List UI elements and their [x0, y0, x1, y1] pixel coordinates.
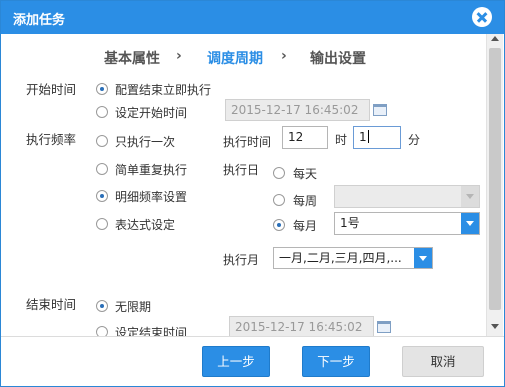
- hour-input[interactable]: 12: [282, 126, 328, 149]
- radio-expression-label: 表达式设定: [115, 218, 176, 232]
- calendar-icon[interactable]: [374, 317, 394, 336]
- exec-month-label: 执行月: [223, 253, 260, 267]
- scroll-up-icon[interactable]: [491, 36, 499, 41]
- cancel-button[interactable]: 取消: [402, 346, 484, 377]
- radio-every-day-label: 每天: [293, 167, 318, 181]
- text-caret: [367, 130, 369, 143]
- chevron-down-icon: [461, 213, 479, 234]
- radio-set-start-time-label: 设定开始时间: [115, 106, 188, 120]
- minute-value: 1: [359, 130, 367, 144]
- radio-no-end-label: 无限期: [115, 300, 152, 314]
- radio-every-month-label: 每月: [293, 219, 318, 233]
- radio-expression[interactable]: [96, 218, 108, 230]
- monthly-day-select[interactable]: 1号: [334, 212, 480, 235]
- start-datetime-input[interactable]: 2015-12-17 16:45:02: [225, 99, 370, 121]
- end-time-label: 结束时间: [26, 297, 77, 312]
- exec-month-select[interactable]: 一月,二月,三月,四月,...: [273, 247, 433, 269]
- add-task-dialog: 添加任务 基本属性 › 调度周期 › 输出设置 开始时间 配置结束立即执行 设定…: [0, 0, 505, 387]
- start-time-label: 开始时间: [26, 82, 77, 97]
- close-icon[interactable]: [472, 7, 492, 27]
- dialog-content: 基本属性 › 调度周期 › 输出设置 开始时间 配置结束立即执行 设定开始时间 …: [1, 34, 486, 336]
- dialog-titlebar: 添加任务: [1, 1, 504, 34]
- radio-no-end[interactable]: [96, 300, 108, 312]
- vertical-scrollbar[interactable]: [486, 34, 503, 336]
- step-output-settings[interactable]: 输出设置: [310, 48, 366, 68]
- radio-every-week[interactable]: [273, 194, 285, 206]
- calendar-icon[interactable]: [370, 100, 390, 120]
- radio-every-day[interactable]: [273, 167, 285, 179]
- dialog-title: 添加任务: [13, 13, 66, 28]
- frequency-label: 执行频率: [26, 132, 77, 147]
- exec-month-value: 一月,二月,三月,四月,...: [279, 251, 402, 265]
- radio-every-week-label: 每周: [293, 194, 318, 208]
- scroll-down-icon[interactable]: [491, 324, 499, 329]
- radio-simple-repeat[interactable]: [96, 163, 108, 175]
- radio-run-once[interactable]: [96, 135, 108, 147]
- exec-time-label: 执行时间: [223, 135, 272, 149]
- end-datetime-input[interactable]: 2015-12-17 16:45:02: [229, 316, 374, 336]
- radio-start-immediate-label: 配置结束立即执行: [115, 83, 212, 97]
- step-basic-properties[interactable]: 基本属性: [104, 48, 160, 68]
- step-separator-icon: ›: [281, 48, 287, 64]
- next-step-button[interactable]: 下一步: [302, 346, 370, 377]
- weekly-day-select[interactable]: [334, 185, 480, 208]
- radio-detailed-frequency[interactable]: [96, 190, 108, 202]
- radio-run-once-label: 只执行一次: [115, 135, 176, 149]
- monthly-day-value: 1号: [340, 216, 360, 230]
- minute-input[interactable]: 1: [353, 126, 401, 149]
- radio-set-end-time[interactable]: [96, 326, 108, 336]
- chevron-down-icon: [461, 186, 479, 207]
- prev-step-button[interactable]: 上一步: [202, 346, 270, 377]
- exec-day-label: 执行日: [223, 163, 260, 177]
- radio-every-month[interactable]: [273, 219, 285, 231]
- minute-unit-label: 分: [408, 133, 421, 147]
- radio-set-start-time[interactable]: [96, 106, 108, 118]
- hour-unit-label: 时: [335, 133, 348, 147]
- step-schedule-period[interactable]: 调度周期: [207, 48, 263, 68]
- dialog-footer: 上一步 下一步 取消: [1, 336, 504, 386]
- radio-simple-repeat-label: 简单重复执行: [115, 163, 188, 177]
- radio-detailed-frequency-label: 明细频率设置: [115, 190, 188, 204]
- step-separator-icon: ›: [176, 48, 182, 64]
- scroll-thumb[interactable]: [489, 48, 501, 310]
- radio-set-end-time-label: 设定结束时间: [115, 326, 188, 336]
- radio-start-immediate[interactable]: [96, 83, 108, 95]
- chevron-down-icon: [414, 248, 432, 268]
